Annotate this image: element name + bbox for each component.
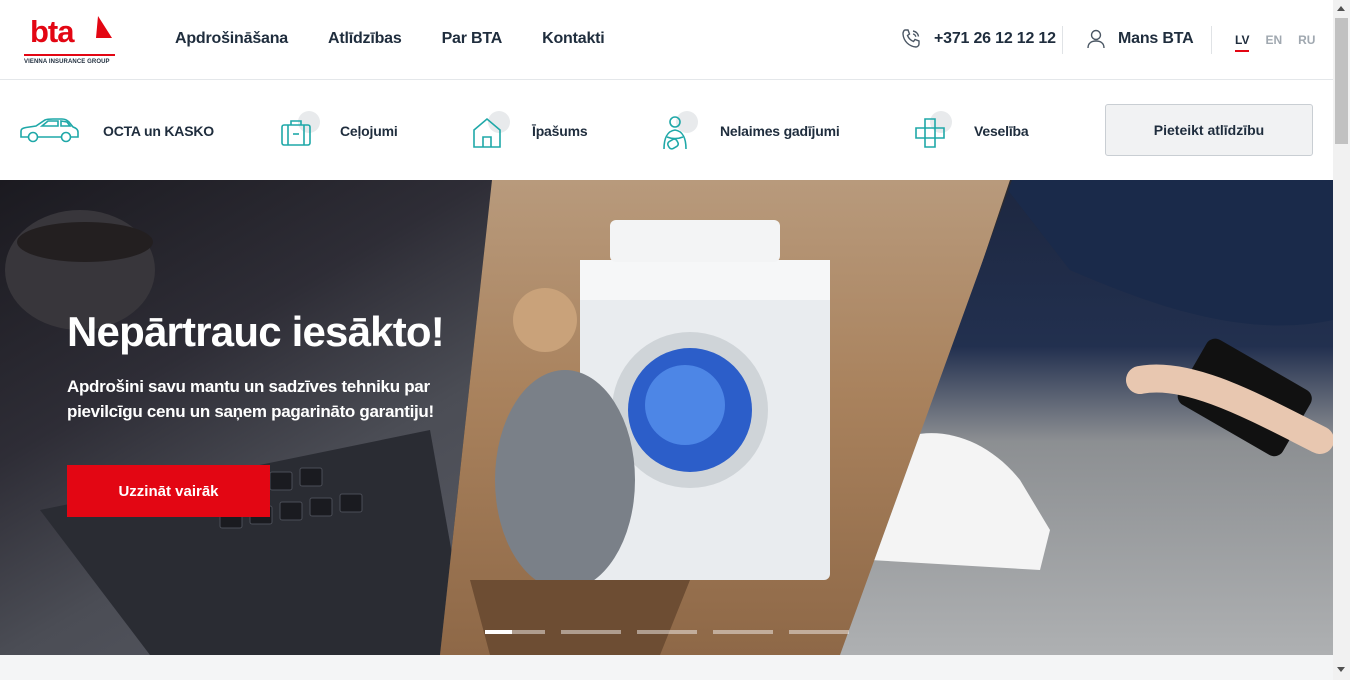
phone-number: +371 26 12 12 12	[934, 30, 1056, 47]
carousel-dot[interactable]	[637, 630, 697, 634]
lang-en[interactable]: EN	[1265, 33, 1282, 52]
carousel-indicators	[485, 630, 849, 634]
car-icon	[18, 111, 103, 151]
submit-claim-button[interactable]: Pieteikt atlīdzību	[1105, 104, 1313, 156]
product-label: Ceļojumi	[340, 123, 398, 139]
bta-logo[interactable]: bta VIENNA INSURANCE GROUP	[24, 14, 116, 66]
learn-more-button[interactable]: Uzzināt vairāk	[67, 465, 270, 517]
main-nav: Apdrošināšana Atlīdzības Par BTA Kontakt…	[175, 30, 605, 48]
product-property[interactable]: Īpašums	[472, 111, 588, 151]
page-scrollbar[interactable]	[1333, 0, 1350, 680]
nav-item-about[interactable]: Par BTA	[442, 30, 503, 48]
logo-underline	[24, 54, 115, 56]
site-header: bta VIENNA INSURANCE GROUP Apdrošināšana…	[0, 0, 1333, 80]
hero-banner: Nepārtrauc iesākto! Apdrošini savu mantu…	[0, 180, 1333, 655]
product-label: Nelaimes gadījumi	[720, 123, 840, 139]
nav-item-contacts[interactable]: Kontakti	[542, 30, 605, 48]
hero-title: Nepārtrauc iesākto!	[67, 308, 445, 355]
phone-icon	[902, 29, 920, 48]
cross-icon	[914, 111, 974, 151]
nav-item-claims[interactable]: Atlīdzības	[328, 30, 402, 48]
lang-lv[interactable]: LV	[1235, 33, 1250, 52]
product-label: OCTA un KASKO	[103, 123, 214, 139]
next-section-background	[0, 655, 1333, 680]
account-link[interactable]: Mans BTA	[1086, 28, 1194, 50]
carousel-dot[interactable]	[713, 630, 773, 634]
scroll-up-arrow-icon[interactable]	[1337, 6, 1345, 11]
user-icon	[1087, 29, 1105, 49]
product-octa-kasko[interactable]: OCTA un KASKO	[18, 111, 214, 151]
logo-subtitle: VIENNA INSURANCE GROUP	[24, 59, 110, 65]
carousel-dot[interactable]	[789, 630, 849, 634]
carousel-dot[interactable]	[561, 630, 621, 634]
scroll-down-arrow-icon[interactable]	[1337, 667, 1345, 672]
lang-ru[interactable]: RU	[1298, 33, 1315, 52]
logo-sail-icon	[96, 16, 112, 38]
product-health[interactable]: Veselība	[914, 111, 1029, 151]
language-switcher: LV EN RU	[1235, 33, 1315, 52]
house-icon	[472, 111, 532, 151]
product-bar: OCTA un KASKO Ceļojumi Īpašums Nelaimes …	[0, 81, 1333, 180]
product-accidents[interactable]: Nelaimes gadījumi	[660, 111, 840, 151]
product-label: Īpašums	[532, 123, 588, 139]
suitcase-icon	[280, 111, 340, 151]
hero-description: Apdrošini savu mantu un sadzīves tehniku…	[67, 377, 434, 421]
product-label: Veselība	[974, 123, 1029, 139]
account-label: Mans BTA	[1118, 30, 1194, 47]
nav-item-insurance[interactable]: Apdrošināšana	[175, 30, 288, 48]
logo-wordmark: bta	[30, 14, 74, 49]
injury-icon	[660, 111, 720, 151]
header-divider	[1211, 26, 1212, 54]
carousel-dot-progress	[485, 630, 512, 634]
carousel-dot[interactable]	[485, 630, 545, 634]
product-travel[interactable]: Ceļojumi	[280, 111, 398, 151]
header-divider	[1062, 26, 1063, 54]
phone-link[interactable]: +371 26 12 12 12	[900, 28, 1056, 50]
scrollbar-thumb[interactable]	[1335, 18, 1348, 144]
